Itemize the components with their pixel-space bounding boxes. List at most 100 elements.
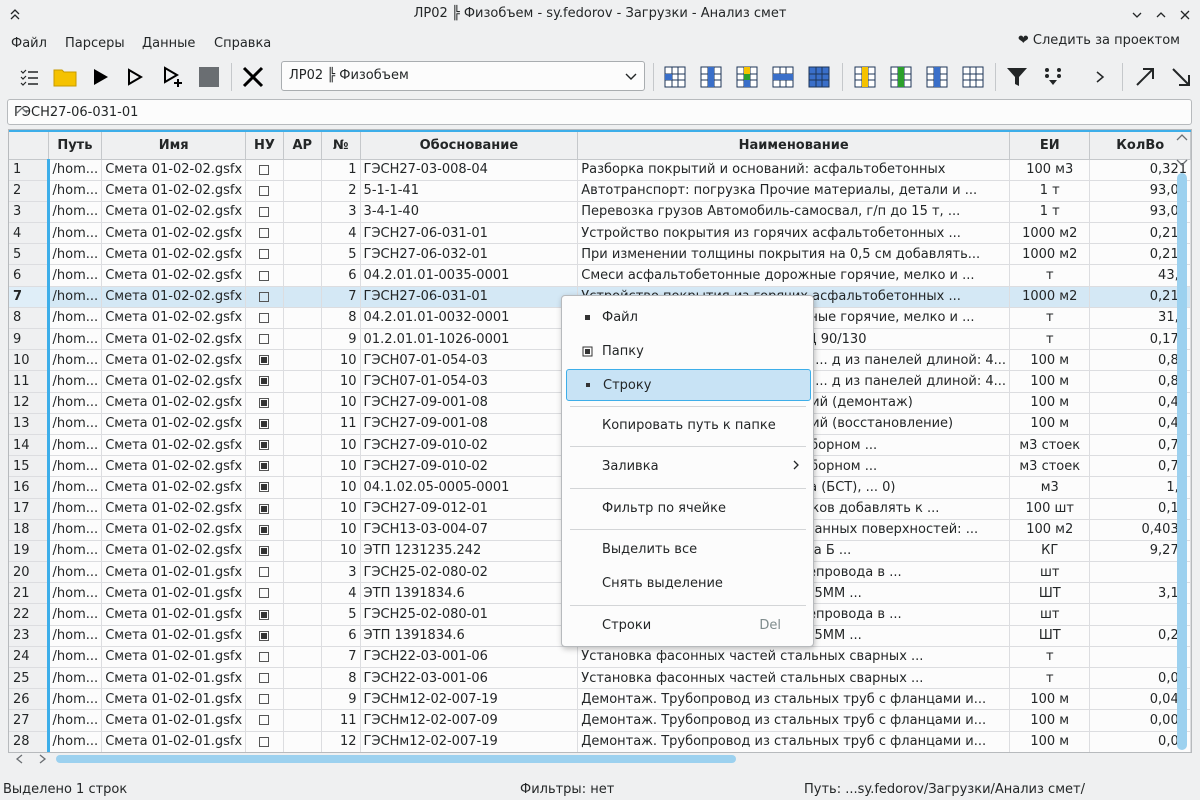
checkbox[interactable]: [259, 524, 270, 535]
table-cell[interactable]: Смета 01-02-02.gsfx: [101, 328, 247, 351]
grid-green-icon[interactable]: [886, 62, 916, 92]
checkbox[interactable]: [259, 651, 270, 662]
table-cell[interactable]: 10: [321, 392, 361, 414]
run-icon[interactable]: [85, 62, 115, 92]
row-number[interactable]: 28: [9, 731, 50, 752]
table-cell[interactable]: /hom...: [48, 540, 103, 563]
table-cell[interactable]: Смета 01-02-02.gsfx: [101, 286, 247, 308]
checkbox[interactable]: [259, 185, 270, 196]
table-cell[interactable]: Смета 01-02-02.gsfx: [101, 498, 247, 520]
table-cell[interactable]: 5-1-1-41: [360, 180, 579, 202]
table-cell[interactable]: Автотранспорт: погрузка Прочие материалы…: [577, 180, 1011, 202]
step-icon[interactable]: [120, 62, 150, 92]
grid-empty-icon[interactable]: [958, 62, 988, 92]
table-row[interactable]: 2/hom... Смета 01-02-02.gsfx 2 5-1-1-41 Авто…: [9, 180, 1191, 202]
table-cell[interactable]: 6: [321, 625, 361, 647]
checkbox[interactable]: [259, 312, 270, 323]
column-header[interactable]: №: [321, 130, 361, 160]
table-cell[interactable]: ГЭСН27-06-031-01: [360, 286, 579, 308]
row-number[interactable]: 4: [9, 222, 50, 245]
table-cell[interactable]: м3 стоек: [1009, 455, 1091, 478]
table-cell[interactable]: 10: [321, 455, 361, 478]
table-cell[interactable]: /hom...: [48, 688, 103, 711]
table-row[interactable]: 25/hom... Смета 01-02-01.gsfx 8 ГЭСН22-03-0…: [9, 667, 1191, 690]
row-number[interactable]: 27: [9, 709, 50, 732]
table-cell[interactable]: т: [1009, 264, 1091, 287]
table-cell[interactable]: 100 м: [1009, 731, 1091, 752]
nu-checkbox-cell[interactable]: [245, 561, 284, 584]
checkbox[interactable]: [259, 588, 270, 599]
table-cell[interactable]: Демонтаж. Трубопровод из стальных труб с…: [577, 688, 1011, 711]
table-cell[interactable]: ЭТП 1391834.6: [360, 582, 579, 605]
table-row[interactable]: 4/hom... Смета 01-02-02.gsfx 4 ГЭСН27-06-03…: [9, 222, 1191, 245]
run-add-icon[interactable]: [158, 62, 188, 92]
table-cell[interactable]: Демонтаж. Трубопровод из стальных труб с…: [577, 709, 1011, 732]
table-cell[interactable]: т: [1009, 646, 1091, 669]
table-cell[interactable]: [283, 519, 322, 541]
table-cell[interactable]: [283, 349, 322, 372]
row-number[interactable]: 13: [9, 413, 50, 435]
column-header[interactable]: ЕИ: [1009, 130, 1091, 160]
table-cell[interactable]: ГЭСН27-06-031-01: [360, 222, 579, 245]
checkbox[interactable]: [259, 461, 270, 472]
table-cell[interactable]: /hom...: [48, 561, 103, 584]
table-cell[interactable]: 04.2.01.01-0032-0001: [360, 307, 579, 330]
table-cell[interactable]: /hom...: [48, 307, 103, 330]
ctx-fill[interactable]: Заливка: [566, 451, 811, 483]
row-number[interactable]: 17: [9, 498, 50, 520]
table-cell[interactable]: [283, 582, 322, 605]
checkbox[interactable]: [259, 630, 270, 641]
column-header[interactable]: [9, 130, 49, 160]
table-cell[interactable]: [283, 603, 322, 626]
row-number[interactable]: 15: [9, 455, 50, 478]
table-cell[interactable]: 10: [321, 370, 361, 393]
row-number[interactable]: 12: [9, 392, 50, 414]
ctx-copy-row[interactable]: Строку: [566, 369, 811, 401]
column-header[interactable]: Обоснование: [360, 130, 579, 160]
table-cell[interactable]: Смета 01-02-02.gsfx: [101, 307, 247, 330]
table-cell[interactable]: [283, 731, 322, 752]
table-row[interactable]: 28/hom... Смета 01-02-01.gsfx 12 ГЭСНм12-02…: [9, 731, 1191, 752]
list-icon[interactable]: [14, 62, 44, 92]
table-cell[interactable]: Смета 01-02-02.gsfx: [101, 455, 247, 478]
table-cell[interactable]: 2: [321, 180, 361, 202]
table-cell[interactable]: ГЭСН27-09-010-02: [360, 434, 579, 457]
table-cell[interactable]: ГЭСН27-09-001-08: [360, 392, 579, 414]
table-cell[interactable]: [283, 328, 322, 351]
table-cell[interactable]: 3-4-1-40: [360, 201, 579, 224]
table-cell[interactable]: [283, 180, 322, 202]
stop-icon[interactable]: [194, 62, 224, 92]
checkbox[interactable]: [259, 567, 270, 578]
nu-checkbox-cell[interactable]: [245, 413, 284, 435]
chevron-up-icon[interactable]: [14, 103, 1187, 123]
vertical-scrollbar[interactable]: [1175, 130, 1191, 750]
table-cell[interactable]: /hom...: [48, 264, 103, 287]
checkbox[interactable]: [259, 270, 270, 281]
table-cell[interactable]: /hom...: [48, 709, 103, 732]
nu-checkbox-cell[interactable]: [245, 582, 284, 605]
table-cell[interactable]: 100 м: [1009, 413, 1091, 435]
table-cell[interactable]: 10: [321, 349, 361, 372]
table-cell[interactable]: [283, 498, 322, 520]
ctx-delete-rows[interactable]: Строки Del: [566, 610, 811, 642]
nu-checkbox-cell[interactable]: [245, 392, 284, 414]
table-cell[interactable]: [283, 159, 322, 181]
table-cell[interactable]: 100 м: [1009, 688, 1091, 711]
table-cell[interactable]: /hom...: [48, 731, 103, 752]
table-cell[interactable]: [283, 307, 322, 330]
table-cell[interactable]: ГЭСН22-03-001-06: [360, 646, 579, 669]
table-cell[interactable]: [283, 243, 322, 266]
checkbox[interactable]: [259, 249, 270, 260]
table-cell[interactable]: [283, 413, 322, 435]
nu-checkbox-cell[interactable]: [245, 476, 284, 499]
table-cell[interactable]: 10: [321, 476, 361, 499]
table-cell[interactable]: /hom...: [48, 201, 103, 224]
table-cell[interactable]: [283, 392, 322, 414]
table-cell[interactable]: /hom...: [48, 222, 103, 245]
table-cell[interactable]: При изменении толщины покрытия на 0,5 см…: [577, 243, 1011, 266]
grid-icon[interactable]: [660, 62, 690, 92]
table-cell[interactable]: [283, 286, 322, 308]
table-cell[interactable]: 8: [321, 307, 361, 330]
close-icon[interactable]: [1174, 4, 1196, 26]
nu-checkbox-cell[interactable]: [245, 667, 284, 690]
